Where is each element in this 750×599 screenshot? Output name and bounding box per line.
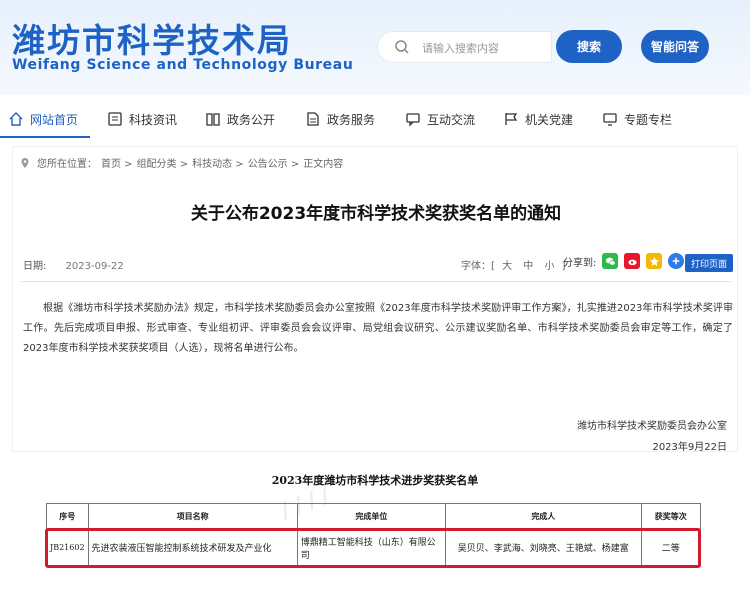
col-header-people: 完成人 — [445, 503, 642, 530]
award-list-title: 2023年度潍坊市科学技术进步奖获奖名单 — [271, 474, 479, 487]
breadcrumb-category[interactable]: 组配分类 > — [137, 155, 189, 170]
cell-grade: 二等 — [640, 529, 702, 566]
book-icon — [206, 113, 220, 126]
award-table: 序号 项目名称 完成单位 完成人 获奖等次 JB21602 先进农装液压智能控制… — [46, 503, 702, 566]
page-title: 关于公布2023年度市科学技术奖获奖名单的通知 — [190, 204, 562, 224]
signature-org: 潍坊市科学技术奖励委员会办公室 — [577, 421, 727, 432]
chat-icon — [406, 113, 420, 127]
cell-people: 吴贝贝、李武海、刘晓亮、王艳斌、杨建富 — [445, 529, 642, 566]
logo-english: Weifang Science and Technology Bureau — [12, 57, 354, 73]
print-button[interactable]: 打印页面 — [685, 254, 733, 272]
smart-qa-button[interactable]: 智能问答 — [641, 30, 709, 63]
breadcrumb-tech-news[interactable]: 科技动态 > — [192, 155, 244, 170]
nav-item-gov-service[interactable]: 政务服务 — [305, 108, 375, 130]
col-header-no: 序号 — [46, 503, 89, 530]
news-icon — [108, 112, 122, 126]
doc-icon — [307, 112, 319, 126]
monitor-icon — [603, 113, 617, 126]
font-size-large[interactable]: 大 — [502, 261, 512, 272]
nav-active-underline — [0, 136, 90, 138]
search-button[interactable]: 搜索 — [556, 30, 622, 63]
col-header-grade: 获奖等次 — [640, 503, 702, 530]
nav-item-party[interactable]: 机关党建 — [503, 108, 573, 130]
nav-item-gov-open[interactable]: 政务公开 — [205, 108, 275, 130]
col-header-project: 项目名称 — [87, 503, 298, 530]
font-size-small[interactable]: 小 — [544, 261, 554, 272]
date-value: 2023-09-22 — [65, 261, 124, 272]
search-box[interactable] — [377, 31, 552, 63]
home-icon — [9, 112, 23, 126]
location-icon — [21, 157, 29, 168]
breadcrumb-home[interactable]: 首页 > — [101, 155, 133, 170]
cell-no: JB21602 — [46, 529, 89, 566]
qzone-icon[interactable] — [646, 253, 663, 269]
weibo-icon[interactable] — [624, 253, 641, 269]
article-panel: 您所在位置： 首页 > 组配分类 > 科技动态 > 公告公示 > 正文内容 关于… — [12, 146, 738, 453]
main-nav: 网站首页 科技资讯 政务公开 政务服务 互动交流 机关党建 专题专栏 — [0, 100, 750, 138]
date-label: 日期: — [23, 261, 47, 272]
nav-label: 科技资讯 — [129, 112, 178, 127]
font-size-label: 字体：[ — [461, 261, 495, 272]
signature-date: 2023年9月22日 — [652, 442, 727, 453]
cell-project: 先进农装液压智能控制系统技术研发及产业化 — [87, 529, 298, 566]
font-size-control: 字体：[ 大 中 小 ] — [461, 257, 566, 272]
cell-unit: 博鼎精工智能科技（山东）有限公司 — [296, 529, 447, 566]
wechat-icon[interactable] — [602, 253, 619, 269]
nav-label: 互动交流 — [427, 112, 476, 127]
font-size-medium[interactable]: 中 — [523, 261, 533, 272]
flag-icon — [505, 113, 518, 125]
more-share-icon[interactable] — [668, 253, 685, 269]
nav-label: 机关党建 — [525, 112, 574, 127]
breadcrumb-prefix: 您所在位置： — [37, 159, 97, 170]
table-row: JB21602 先进农装液压智能控制系统技术研发及产业化 博鼎精工智能科技（山东… — [46, 529, 702, 566]
logo-chinese[interactable]: 潍坊市科学技术局 — [12, 14, 292, 62]
nav-item-interaction[interactable]: 互动交流 — [405, 108, 475, 130]
search-input[interactable] — [422, 38, 547, 58]
breadcrumb: 您所在位置： 首页 > 组配分类 > 科技动态 > 公告公示 > 正文内容 — [19, 155, 347, 170]
site-header: 潍坊市科学技术局 Weifang Science and Technology … — [0, 0, 750, 95]
breadcrumb-notices[interactable]: 公告公示 > — [248, 155, 300, 170]
divider — [21, 281, 731, 282]
nav-item-topics[interactable]: 专题专栏 — [602, 108, 672, 130]
breadcrumb-current: 正文内容 — [303, 159, 344, 170]
search-icon — [395, 40, 409, 54]
nav-label: 网站首页 — [30, 112, 79, 127]
share-label: 分享到: — [563, 257, 597, 269]
nav-item-home[interactable]: 网站首页 — [8, 108, 78, 130]
publish-date: 日期: 2023-09-22 — [23, 257, 124, 272]
table-header-row: 序号 项目名称 完成单位 完成人 获奖等次 — [46, 503, 702, 530]
award-document: 2023年度潍坊市科学技术进步奖获奖名单 //// 序号 项目名称 完成单位 完… — [0, 460, 750, 599]
nav-label: 专题专栏 — [624, 112, 673, 127]
share-bar: 分享到: — [563, 253, 685, 269]
nav-label: 政务公开 — [227, 112, 276, 127]
nav-item-news[interactable]: 科技资讯 — [107, 108, 177, 130]
nav-label: 政务服务 — [327, 112, 376, 127]
article-body: 根据《潍坊市科学技术奖励办法》规定，市科学技术奖励委员会办公室按照《2023年度… — [23, 303, 733, 354]
col-header-unit: 完成单位 — [296, 503, 447, 530]
